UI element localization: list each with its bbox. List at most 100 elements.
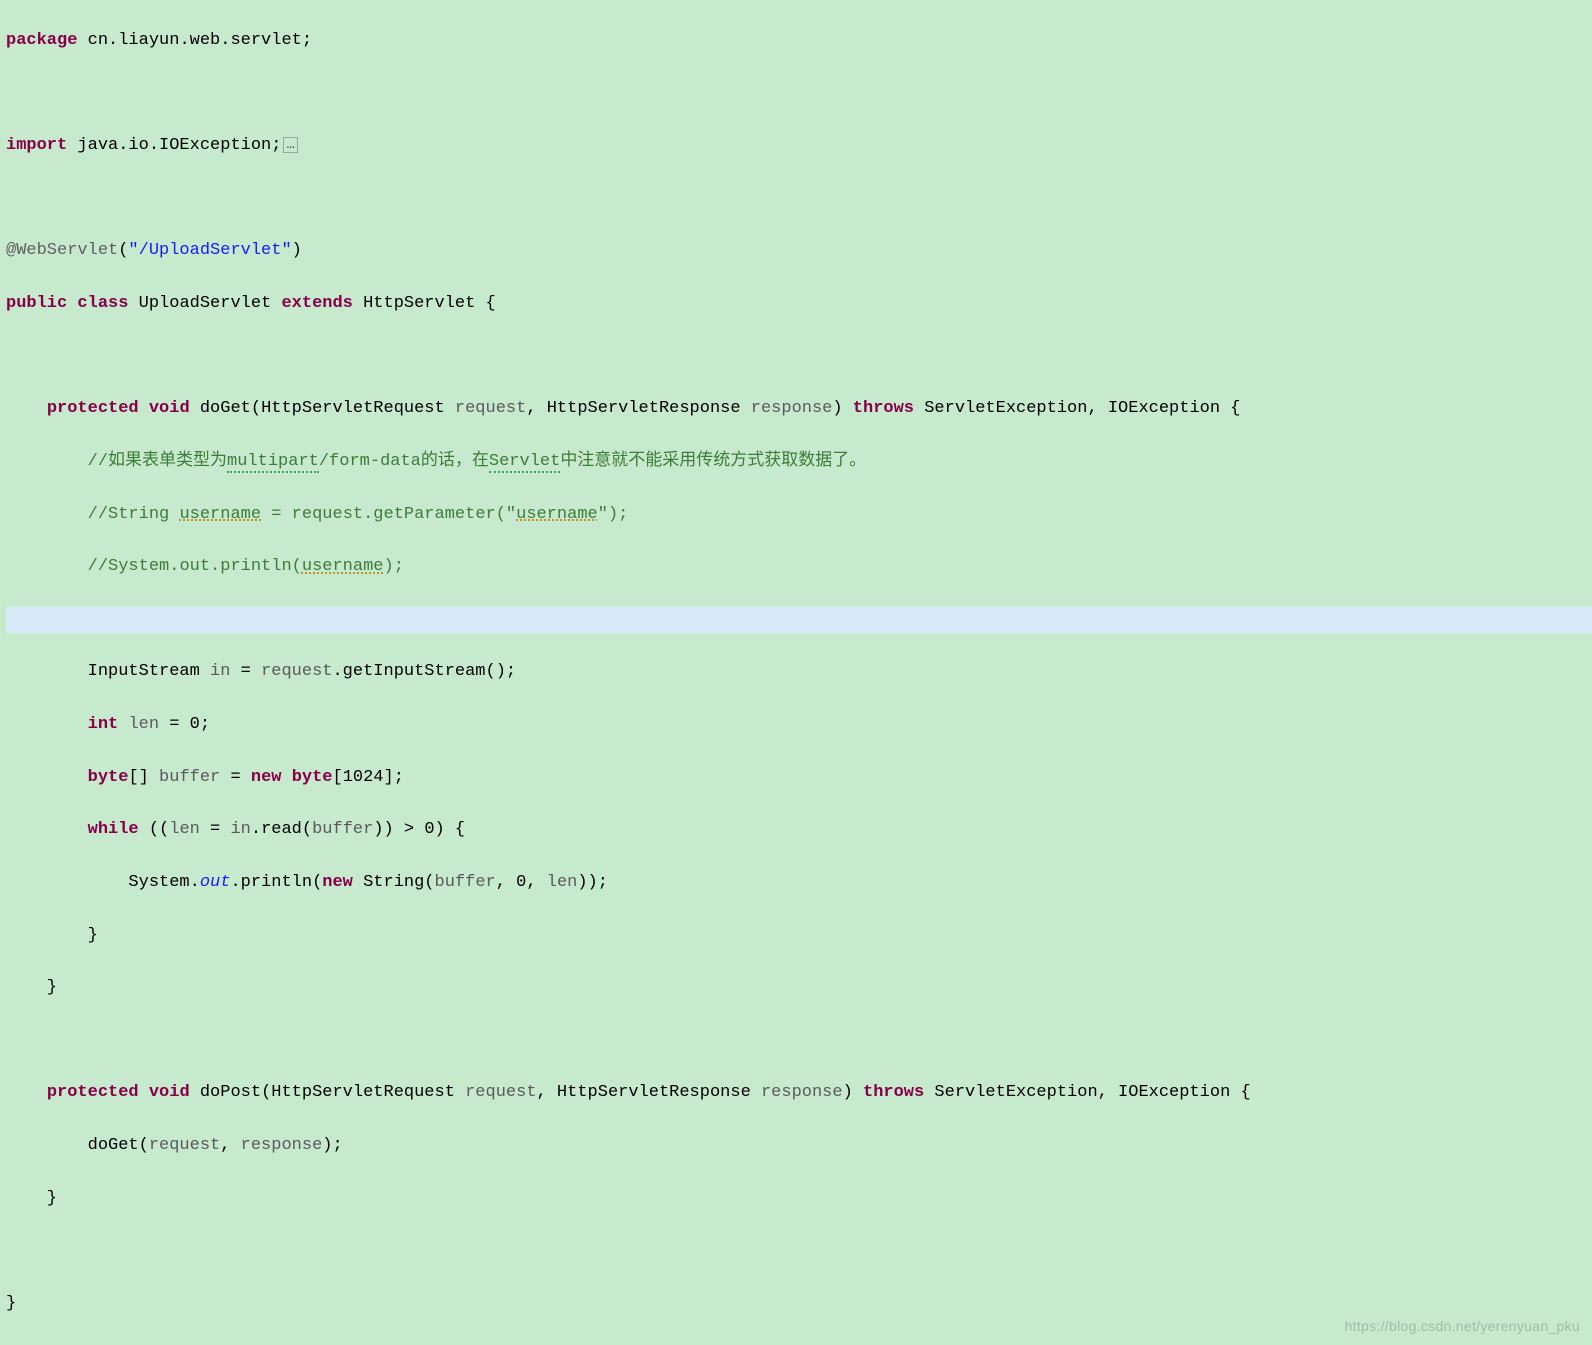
var-len: len (169, 820, 200, 839)
var-len: len (547, 873, 578, 892)
indent (6, 820, 88, 839)
code-line-blank (6, 186, 1592, 212)
code-text: InputStream (6, 662, 210, 681)
var-in: in (230, 820, 250, 839)
indent (6, 452, 88, 471)
code-text (281, 768, 291, 787)
code-line: while ((len = in.read(buffer)) > 0) { (6, 817, 1592, 843)
code-line: //如果表单类型为multipart/form-data的话，在Servlet中… (6, 449, 1592, 475)
var-request: request (149, 1136, 220, 1155)
param-request: request (455, 399, 526, 418)
sep: , HttpServletResponse (537, 1083, 761, 1102)
code-line: //System.out.println(username); (6, 554, 1592, 580)
comment-text: username (302, 557, 384, 576)
brace-close: } (6, 978, 57, 997)
superclass: HttpServlet { (353, 294, 496, 313)
method-sig: doPost(HttpServletRequest (190, 1083, 465, 1102)
code-line: public class UploadServlet extends HttpS… (6, 291, 1592, 317)
code-line-blank (6, 1238, 1592, 1264)
code-text: , (220, 1136, 240, 1155)
comment: //如果表单类型为multipart/form-data的话，在Servlet中… (88, 452, 867, 473)
paren: ) (292, 241, 302, 260)
keyword-protected: protected (47, 1083, 139, 1102)
comment-text: //如果表单类型为 (88, 452, 227, 471)
comment-text: multipart (227, 452, 319, 473)
var-buffer: buffer (312, 820, 373, 839)
comment: //System.out.println(username); (88, 557, 404, 576)
code-line: protected void doPost(HttpServletRequest… (6, 1080, 1592, 1106)
code-line: } (6, 1186, 1592, 1212)
keyword-new: new (322, 873, 353, 892)
code-text: System. (6, 873, 200, 892)
field-out: out (200, 873, 231, 892)
code-line: InputStream in = request.getInputStream(… (6, 659, 1592, 685)
code-line-blank (6, 1028, 1592, 1054)
param-response: response (751, 399, 833, 418)
comment-text: //String (88, 505, 180, 524)
param-request: request (465, 1083, 536, 1102)
sep: ) (832, 399, 852, 418)
code-text: [1024]; (333, 768, 404, 787)
keyword-import: import (6, 136, 67, 155)
watermark-text: https://blog.csdn.net/yerenyuan_pku (1345, 1316, 1580, 1338)
indent (6, 505, 88, 524)
brace-close: } (6, 926, 98, 945)
throws-list: ServletException, IOException { (914, 399, 1240, 418)
keyword-public: public (6, 294, 67, 313)
package-name: cn.liayun.web.servlet; (77, 31, 312, 50)
code-line-blank (6, 344, 1592, 370)
indent (6, 1083, 47, 1102)
code-text: ); (322, 1136, 342, 1155)
comment-text: = request.getParameter(" (261, 505, 516, 524)
comment: //String username = request.getParameter… (88, 505, 629, 524)
code-line: byte[] buffer = new byte[1024]; (6, 765, 1592, 791)
comment-text: /form-data的话，在 (319, 452, 489, 471)
sep: ) (843, 1083, 863, 1102)
code-line-blank (6, 81, 1592, 107)
method-sig: doGet(HttpServletRequest (190, 399, 455, 418)
code-text: .read( (251, 820, 312, 839)
comment-text: Servlet (489, 452, 560, 473)
sep: , HttpServletResponse (526, 399, 750, 418)
code-text: )); (577, 873, 608, 892)
code-text: String( (353, 873, 435, 892)
indent (6, 768, 88, 787)
code-line-highlighted (6, 607, 1592, 633)
import-name: java.io.IOException; (67, 136, 281, 155)
var-len: len (128, 715, 159, 734)
indent (6, 399, 47, 418)
var-response: response (241, 1136, 323, 1155)
comment-text: ); (384, 557, 404, 576)
comment-text: username (179, 505, 261, 524)
code-text: , 0, (496, 873, 547, 892)
var-buffer: buffer (435, 873, 496, 892)
code-line: doGet(request, response); (6, 1133, 1592, 1159)
code-text: = (220, 768, 251, 787)
code-line: import java.io.IOException;… (6, 133, 1592, 159)
keyword-byte: byte (292, 768, 333, 787)
keyword-throws: throws (853, 399, 914, 418)
indent (6, 715, 88, 734)
code-line: int len = 0; (6, 712, 1592, 738)
throws-list: ServletException, IOException { (924, 1083, 1250, 1102)
code-line: @WebServlet("/UploadServlet") (6, 238, 1592, 264)
code-line: //String username = request.getParameter… (6, 502, 1592, 528)
keyword-package: package (6, 31, 77, 50)
var-request: request (261, 662, 332, 681)
keyword-void: void (139, 399, 190, 418)
code-text: (( (139, 820, 170, 839)
code-text: [] (128, 768, 159, 787)
code-line: protected void doGet(HttpServletRequest … (6, 396, 1592, 422)
code-text (118, 715, 128, 734)
keyword-new: new (251, 768, 282, 787)
imports-fold-icon[interactable]: … (283, 137, 297, 153)
code-line: } (6, 975, 1592, 1001)
code-text: .println( (230, 873, 322, 892)
annotation: @WebServlet (6, 241, 118, 260)
var-buffer: buffer (159, 768, 220, 787)
comment-text: //System.out.println( (88, 557, 302, 576)
brace-close: } (6, 1189, 57, 1208)
keyword-while: while (88, 820, 139, 839)
brace-close: } (6, 1294, 16, 1313)
keyword-byte: byte (88, 768, 129, 787)
